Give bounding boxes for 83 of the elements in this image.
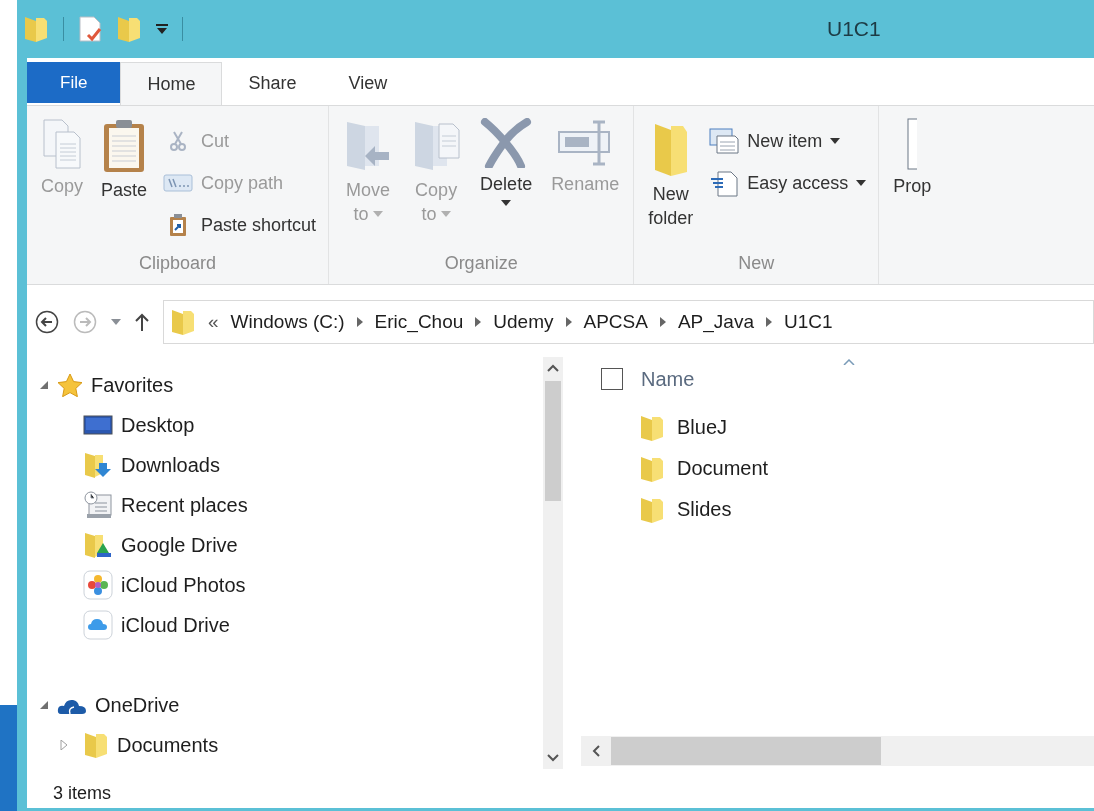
path-card-icon [163,174,194,192]
tree-item[interactable]: iCloud Drive [39,605,543,645]
tree-item[interactable]: iCloud Photos [39,565,543,605]
collapse-arrow-icon[interactable] [39,380,49,390]
document-check-icon[interactable] [78,15,102,43]
collapse-arrow-icon[interactable] [39,700,49,710]
dropdown-arrow-icon [440,211,451,217]
ribbon-tab[interactable]: View [322,62,414,105]
up-arrow-icon[interactable] [135,313,149,331]
address-field[interactable]: « Windows (C:) Eric_Chou Udemy APCSA AP_Java U1C1 [163,300,1094,344]
breadcrumb[interactable]: Udemy [493,311,554,333]
recent-places-icon [83,491,113,519]
monitor-icon [83,413,113,437]
delete-cross-icon [479,118,534,168]
scroll-thumb[interactable] [611,737,881,765]
file-item[interactable]: Document [639,448,1094,489]
window-title: U1C1 [827,17,881,41]
chevron-right-icon[interactable] [356,317,363,327]
copy-pages-icon [42,118,82,170]
folder-icon [23,15,49,43]
shortcut-clipboard-icon [168,213,189,237]
scroll-left-icon[interactable] [591,744,601,758]
vertical-scrollbar[interactable] [543,357,563,769]
recent-locations-icon[interactable] [111,319,121,325]
group-label: Clipboard [138,252,218,275]
select-all-checkbox[interactable] [601,368,623,390]
ribbon-button[interactable]: New folder [642,112,700,236]
scroll-down-icon[interactable] [546,753,560,763]
tree-item[interactable]: Documents [39,725,543,765]
group-label: New [737,252,776,275]
ribbon-button[interactable]: Paste shortcut [159,206,321,244]
ribbon-tab[interactable]: Share [222,62,323,105]
file-menu-tab[interactable]: File [27,62,121,103]
folder-icon [83,731,109,759]
file-item[interactable]: Slides [639,489,1094,530]
file-item[interactable]: BlueJ [639,407,1094,448]
folder-download-icon [83,451,113,479]
new-item-icon [709,128,740,154]
scroll-thumb[interactable] [545,381,561,501]
back-button[interactable] [35,310,59,334]
breadcrumb[interactable]: U1C1 [783,311,833,333]
ribbon-button[interactable]: Delete [473,112,540,212]
chevron-right-icon[interactable] [659,317,666,327]
ribbon-button[interactable]: Prop [887,112,938,204]
folder-icon [170,308,196,336]
dropdown-arrow-icon [372,211,383,217]
name-column-header[interactable]: Name [635,366,701,392]
tree-item[interactable]: OneDrive [39,685,543,725]
cloud-icon [83,610,113,640]
folder-triangle-icon [83,531,113,559]
folder-icon [639,454,665,483]
easy-access-icon [709,169,740,197]
status-text: 3 items [53,782,112,804]
ribbon-tab[interactable]: Home [120,62,223,105]
tree-item[interactable]: Favorites [39,365,543,405]
breadcrumb[interactable]: AP_Java [677,311,754,333]
breadcrumb[interactable]: Eric_Chou [374,311,464,333]
ribbon-button[interactable]: New item [705,122,871,160]
folder-icon [116,15,142,43]
ribbon-button[interactable]: Paste [95,112,154,208]
overflow-chevron[interactable]: « [208,311,219,333]
chevron-right-icon[interactable] [475,317,482,327]
folder-icon [639,413,665,442]
star-icon [57,373,83,397]
breadcrumb[interactable]: APCSA [583,311,648,333]
group-label: Organize [443,252,519,275]
dropdown-arrow-icon [501,200,512,206]
tree-item[interactable]: Downloads [39,445,543,485]
tree-item[interactable]: Recent places [39,485,543,525]
scissors-icon [168,131,189,151]
folder-icon [639,495,665,524]
dropdown-arrow-icon [856,180,867,186]
flower-icon [83,570,113,600]
horizontal-scrollbar[interactable] [581,736,1094,766]
tree-item[interactable]: Google Drive [39,525,543,565]
ribbon-button[interactable]: Easy access [705,164,871,202]
tree-item[interactable]: Desktop [39,405,543,445]
dropdown-arrow-icon [830,138,841,144]
chevron-right-icon[interactable] [565,317,572,327]
scroll-up-icon[interactable] [546,363,560,373]
chevron-right-icon[interactable] [765,317,772,327]
customize-arrow-icon[interactable] [156,24,168,34]
breadcrumb[interactable]: Windows (C:) [230,311,345,333]
